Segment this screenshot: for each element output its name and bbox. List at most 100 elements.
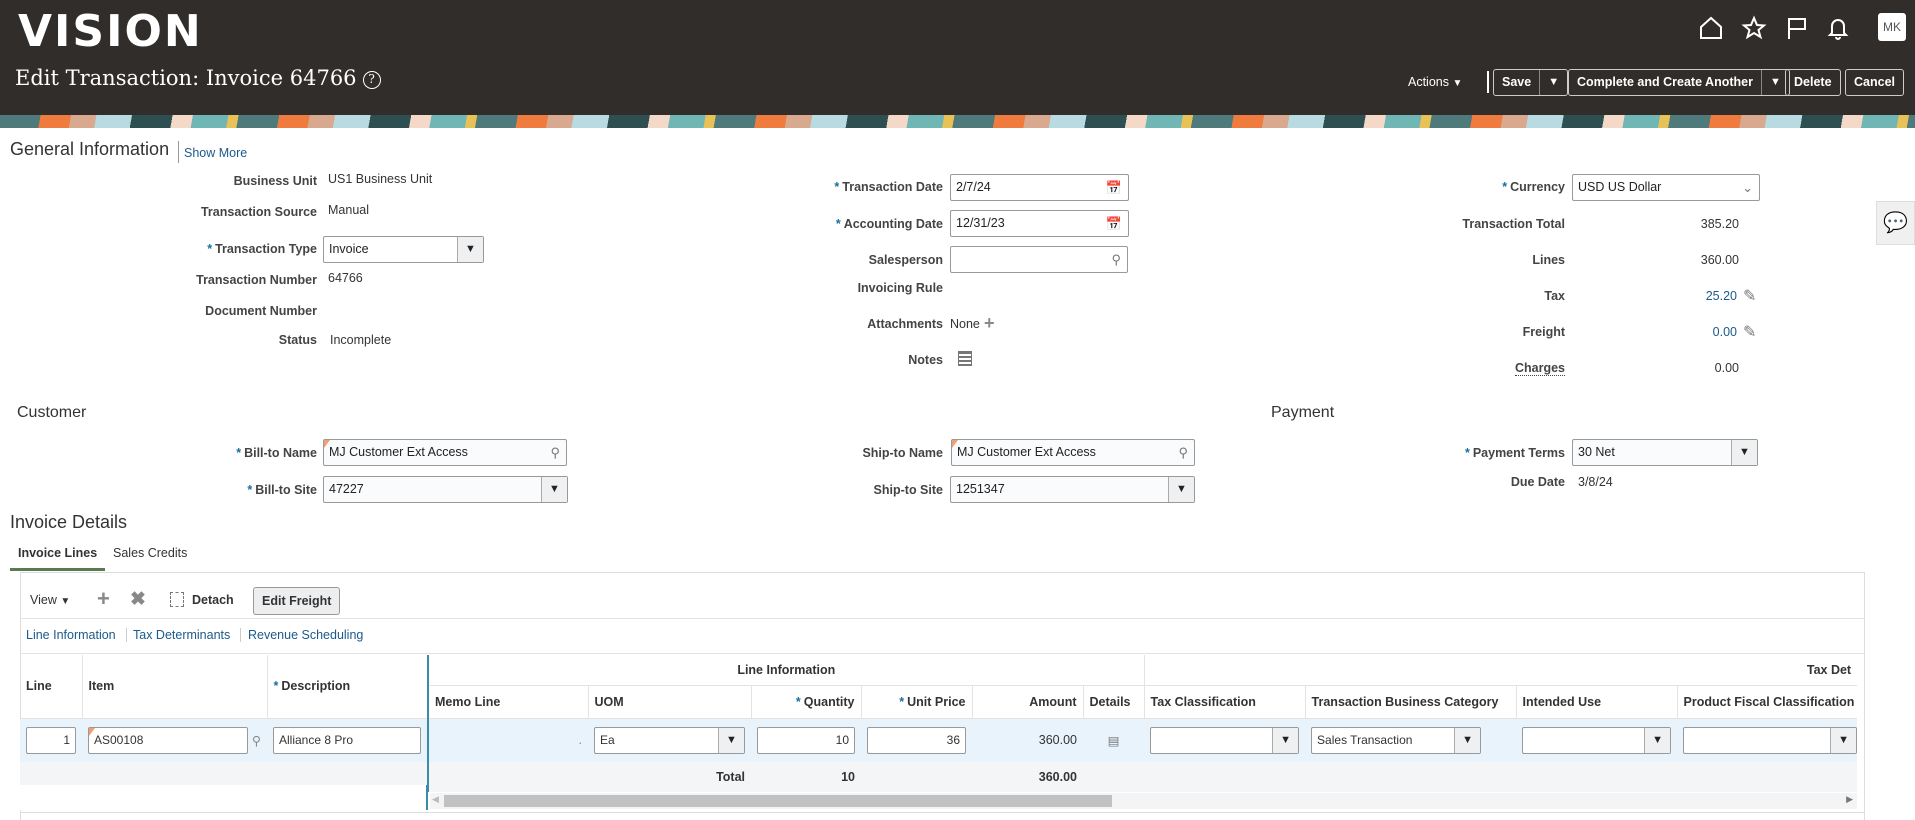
select-value: Ea: [600, 732, 615, 747]
col-header-memo-line[interactable]: Memo Line: [428, 685, 589, 719]
cancel-button[interactable]: Cancel: [1845, 69, 1904, 96]
section-title-general-information: General Information: [10, 139, 170, 159]
detach-button[interactable]: Detach: [192, 593, 234, 607]
complete-menu-caret-icon[interactable]: ▼: [1760, 70, 1781, 95]
transaction-type-select[interactable]: Invoice ▼: [323, 236, 484, 263]
dropdown-caret-icon[interactable]: ▼: [541, 477, 567, 502]
dropdown-caret-icon[interactable]: ▼: [1454, 727, 1481, 753]
add-row-plus-icon[interactable]: +: [97, 586, 110, 612]
ship-to-name-input[interactable]: MJ Customer Ext Access ⚲: [951, 439, 1195, 466]
help-icon[interactable]: ?: [362, 71, 381, 89]
charges-label[interactable]: Charges: [1514, 361, 1565, 376]
edit-freight-button[interactable]: Edit Freight: [253, 587, 341, 615]
line-number-input[interactable]: 1: [26, 726, 76, 754]
tax-value-link[interactable]: 25.20: [1706, 289, 1737, 303]
col-header-item[interactable]: Item: [82, 655, 268, 719]
accounting-date-input[interactable]: 12/31/23 📅: [950, 210, 1129, 237]
product-fiscal-classification-select[interactable]: ▼: [1683, 726, 1858, 754]
delete-row-x-icon[interactable]: ✖: [130, 588, 146, 611]
edit-freight-pencil-icon[interactable]: ✎: [1743, 322, 1756, 342]
show-more-link[interactable]: Show More: [184, 146, 247, 160]
user-avatar[interactable]: MK: [1878, 13, 1906, 41]
intended-use-select[interactable]: ▼: [1522, 726, 1672, 754]
save-menu-caret-icon[interactable]: ▼: [1539, 70, 1559, 95]
scrollbar-thumb[interactable]: [444, 795, 1112, 807]
search-icon[interactable]: ⚲: [252, 733, 261, 748]
currency-select[interactable]: USD US Dollar ⌄: [1572, 174, 1760, 201]
col-header-intended-use[interactable]: Intended Use: [1516, 685, 1678, 719]
subtab-line-information[interactable]: Line Information: [26, 628, 127, 642]
bill-to-name-input[interactable]: MJ Customer Ext Access ⚲: [323, 439, 567, 466]
home-icon[interactable]: [1697, 14, 1725, 42]
details-icon[interactable]: ▤: [1083, 718, 1144, 762]
memo-line-cell: .: [578, 733, 582, 748]
search-icon[interactable]: ⚲: [550, 440, 560, 465]
tax-label: Tax: [1544, 289, 1565, 303]
actions-menu[interactable]: Actions ▼: [1408, 75, 1462, 89]
dropdown-caret-icon[interactable]: ▼: [1830, 727, 1857, 753]
tab-invoice-lines[interactable]: Invoice Lines: [10, 546, 106, 571]
actions-label: Actions: [1408, 75, 1449, 89]
scroll-left-arrow-icon[interactable]: ◀: [432, 794, 439, 805]
tab-sales-credits[interactable]: Sales Credits: [113, 546, 187, 560]
calendar-icon[interactable]: 📅: [1106, 211, 1122, 236]
dropdown-caret-icon[interactable]: ▼: [1272, 727, 1299, 753]
label-text: Transaction Type: [215, 242, 317, 256]
col-header-tax-classification[interactable]: Tax Classification: [1144, 685, 1306, 719]
notes-icon[interactable]: [958, 351, 972, 366]
description-input[interactable]: Alliance 8 Pro: [273, 726, 421, 754]
complete-and-create-another-button[interactable]: Complete and Create Another ▼: [1568, 69, 1790, 96]
view-menu[interactable]: View ▼: [30, 593, 70, 607]
salesperson-input[interactable]: ⚲: [950, 246, 1128, 273]
quantity-input[interactable]: 10: [757, 726, 855, 754]
star-icon[interactable]: [1740, 14, 1768, 42]
horizontal-scrollbar[interactable]: ▶ ◀: [430, 793, 1857, 809]
edit-tax-pencil-icon[interactable]: ✎: [1743, 286, 1756, 306]
col-header-line[interactable]: Line: [20, 655, 83, 719]
bell-icon[interactable]: [1824, 14, 1852, 42]
subtab-tax-determinants[interactable]: Tax Determinants: [133, 628, 242, 642]
detach-icon[interactable]: [170, 592, 184, 607]
col-header-transaction-business-category[interactable]: Transaction Business Category: [1305, 685, 1517, 719]
transaction-date-input[interactable]: 2/7/24 📅: [950, 174, 1129, 201]
feedback-chat-icon[interactable]: 💬: [1876, 201, 1915, 245]
freight-value-link[interactable]: 0.00: [1713, 325, 1737, 339]
status-value: Incomplete: [330, 333, 392, 347]
dropdown-caret-icon[interactable]: ▼: [1168, 477, 1194, 502]
col-header-quantity[interactable]: * Quantity: [751, 685, 862, 719]
payment-terms-label: * Payment Terms: [1464, 446, 1565, 460]
tax-classification-select[interactable]: ▼: [1150, 726, 1300, 754]
flag-icon[interactable]: [1783, 14, 1811, 42]
ship-to-site-select[interactable]: 1251347 ▼: [950, 476, 1195, 503]
uom-select[interactable]: Ea ▼: [594, 726, 745, 754]
item-input[interactable]: AS00108: [88, 726, 248, 754]
col-header-details[interactable]: Details: [1083, 685, 1145, 719]
search-icon[interactable]: ⚲: [1178, 440, 1188, 465]
save-button[interactable]: Save ▼: [1493, 69, 1569, 96]
payment-terms-select[interactable]: 30 Net ▼: [1572, 439, 1758, 466]
col-header-amount[interactable]: Amount: [972, 685, 1084, 719]
unit-price-input[interactable]: 36: [867, 726, 966, 754]
col-header-unit-price[interactable]: * Unit Price: [861, 685, 973, 719]
add-attachment-plus-icon[interactable]: +: [984, 313, 995, 334]
search-icon[interactable]: ⚲: [1111, 247, 1121, 272]
ship-to-name-label: Ship-to Name: [862, 446, 943, 460]
notes-label: Notes: [908, 353, 943, 367]
chevron-down-icon[interactable]: ⌄: [1742, 175, 1753, 200]
section-title-customer: Customer: [17, 404, 87, 421]
transaction-business-category-select[interactable]: Sales Transaction ▼: [1311, 726, 1482, 754]
dropdown-caret-icon[interactable]: ▼: [1731, 440, 1757, 465]
col-header-uom[interactable]: UOM: [588, 685, 752, 719]
subtab-revenue-scheduling[interactable]: Revenue Scheduling: [248, 628, 363, 642]
col-header-description[interactable]: * Description: [267, 655, 429, 719]
table-row[interactable]: 1 AS00108 ⚲ Alliance 8 Pro . Ea ▼ 10 36 36…: [20, 718, 1858, 762]
calendar-icon[interactable]: 📅: [1106, 175, 1122, 200]
dropdown-caret-icon[interactable]: ▼: [718, 727, 744, 753]
transaction-total-value: 385.20: [1700, 217, 1739, 231]
dropdown-caret-icon[interactable]: ▼: [457, 237, 483, 262]
bill-to-site-select[interactable]: 47227 ▼: [323, 476, 568, 503]
dropdown-caret-icon[interactable]: ▼: [1644, 727, 1671, 753]
scroll-right-arrow-icon[interactable]: ▶: [1846, 794, 1853, 805]
delete-button[interactable]: Delete: [1785, 69, 1841, 96]
col-header-product-fiscal-classification[interactable]: Product Fiscal Classification: [1677, 685, 1858, 719]
